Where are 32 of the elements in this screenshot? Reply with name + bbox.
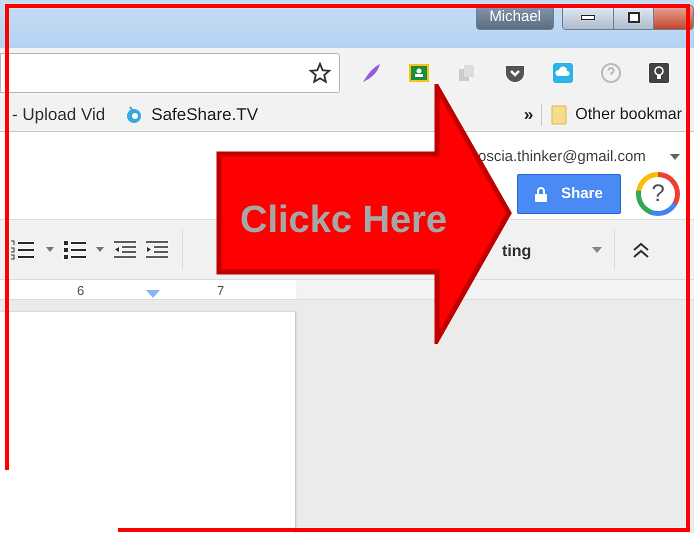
bird-icon: [125, 104, 144, 124]
star-icon[interactable]: [309, 62, 331, 84]
indent-marker-icon[interactable]: [146, 290, 160, 298]
bookmark-item[interactable]: SafeShare.TV: [125, 102, 258, 128]
dropdown-caret-icon[interactable]: [46, 247, 54, 252]
dropdown-caret-icon[interactable]: [96, 247, 104, 252]
lock-icon: [535, 186, 548, 202]
help-button[interactable]: ?: [636, 172, 680, 216]
style-dropdown[interactable]: ting: [502, 240, 532, 264]
account-email[interactable]: oscia.thinker@gmail.com: [478, 146, 646, 168]
cloud-icon[interactable]: [552, 62, 574, 84]
bookmark-folder[interactable]: Other bookmar: [575, 102, 682, 126]
bulleted-list-icon[interactable]: [64, 240, 86, 260]
address-bar[interactable]: [0, 53, 340, 93]
callout-text: Clickc Here: [240, 198, 448, 243]
folder-icon: [551, 104, 568, 124]
dropdown-caret-icon[interactable]: [592, 247, 602, 253]
caret-icon[interactable]: [670, 154, 680, 160]
classroom-icon[interactable]: [408, 62, 430, 84]
bookmark-item[interactable]: - Upload Vid: [12, 102, 106, 128]
overflow-chevron[interactable]: »: [524, 102, 534, 128]
maximize-button[interactable]: [613, 6, 653, 29]
minimize-button[interactable]: [563, 6, 613, 29]
collapse-icon[interactable]: [632, 242, 650, 258]
ruler-number: 6: [77, 282, 84, 300]
numbered-list-icon[interactable]: [10, 240, 36, 260]
decrease-indent-icon[interactable]: [114, 240, 136, 258]
document-page[interactable]: [0, 312, 295, 533]
increase-indent-icon[interactable]: [146, 240, 168, 258]
lightbulb-icon[interactable]: [648, 62, 670, 84]
ruler-number: 7: [217, 282, 224, 300]
feather-icon[interactable]: [360, 62, 382, 84]
